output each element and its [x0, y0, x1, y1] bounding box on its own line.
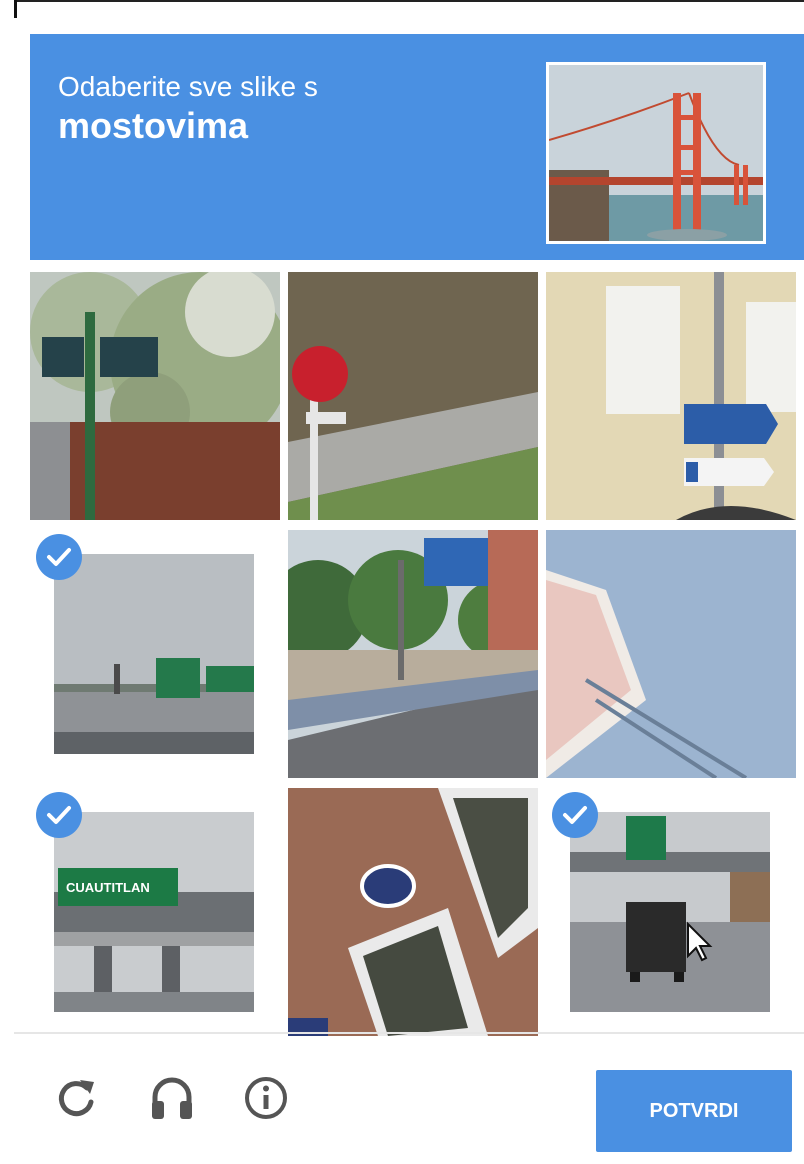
overpass-cuautitlan-image: CUAUTITLAN — [54, 812, 254, 1012]
audio-challenge-button[interactable] — [146, 1072, 198, 1124]
reload-button[interactable] — [50, 1072, 102, 1124]
image-tile-9[interactable] — [546, 788, 796, 1036]
image-tile-2[interactable] — [288, 272, 538, 520]
golden-gate-bridge-image — [549, 65, 763, 241]
image-tile-4[interactable] — [30, 530, 280, 778]
street-blue-sign-image — [288, 530, 538, 778]
instruction-text: Odaberite sve slike s — [58, 71, 318, 102]
selected-check-icon — [36, 534, 82, 580]
reload-icon — [58, 1080, 94, 1117]
red-sign-image — [288, 272, 538, 520]
selected-check-icon — [552, 792, 598, 838]
image-grid: CUAUTITLAN — [30, 272, 796, 1038]
challenge-prompt: Odaberite sve slike s mostovima — [58, 70, 318, 148]
captcha-dialog: Odaberite sve slike s mostovima CUAUTITL… — [14, 18, 804, 1164]
sample-image — [546, 62, 766, 244]
footer-divider — [14, 1032, 804, 1034]
image-tile-1[interactable] — [30, 272, 280, 520]
info-icon — [245, 1077, 287, 1119]
image-tile-5[interactable] — [288, 530, 538, 778]
image-tile-7[interactable]: CUAUTITLAN — [30, 788, 280, 1036]
overpass-sign-text: CUAUTITLAN — [66, 880, 150, 895]
tilted-store-sign-image — [546, 530, 796, 778]
challenge-header: Odaberite sve slike s mostovima — [30, 34, 804, 260]
headphones-icon — [152, 1077, 192, 1119]
image-tile-6[interactable] — [546, 530, 796, 778]
instruction-target: mostovima — [58, 105, 249, 146]
image-tile-8[interactable] — [288, 788, 538, 1036]
selected-check-icon — [36, 792, 82, 838]
verify-button[interactable]: POTVRDI — [596, 1070, 792, 1152]
info-button[interactable] — [240, 1072, 292, 1124]
brick-building-image — [288, 788, 538, 1036]
street-signs-image — [30, 272, 280, 520]
highway-overpass-image — [54, 554, 254, 754]
image-tile-3[interactable] — [546, 272, 796, 520]
building-signs-image — [546, 272, 796, 520]
highway-truck-image — [570, 812, 770, 1012]
